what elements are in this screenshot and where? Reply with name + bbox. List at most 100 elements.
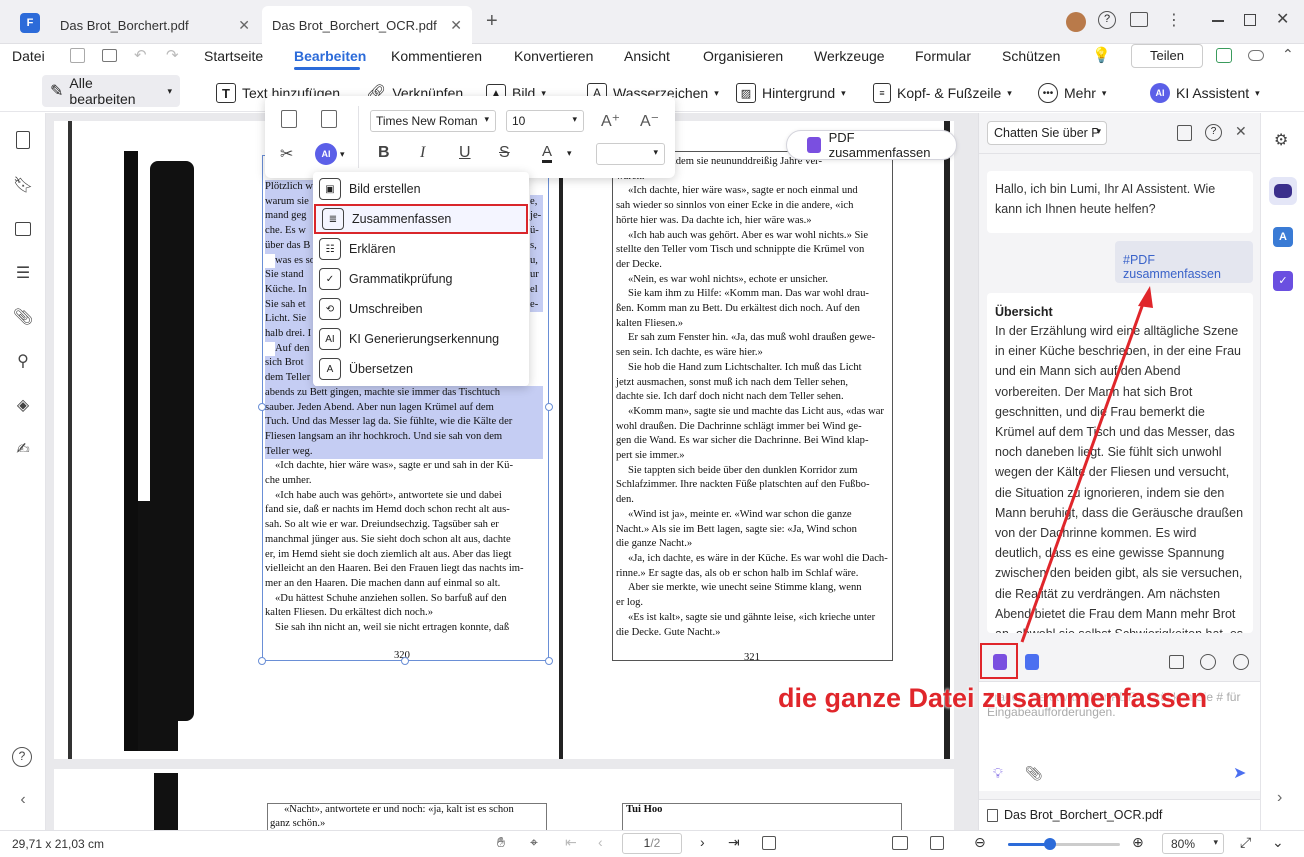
tab-das-brot[interactable]: Das Brot_Borchert.pdf ✕ [50,6,260,44]
collapse-icon[interactable]: ⌃ [1282,46,1294,63]
increase-font-icon[interactable]: A⁺ [601,111,620,131]
text-line[interactable]: «Es ist kalt», sagte sie und gähnte leis… [616,611,890,626]
edit-all-button[interactable]: ✎ Alle bearbeiten ▾ [42,75,180,107]
add-chat-icon[interactable] [1169,655,1184,669]
translate-file-icon[interactable] [1025,654,1039,670]
highlighted-text-fragment[interactable]: u, [530,253,543,269]
menu-werkzeuge[interactable]: Werkzeuge [814,48,885,64]
highlighted-text-fragment[interactable]: e, [530,194,543,210]
page-layout-icon[interactable] [892,836,908,850]
text-line[interactable]: hörte hier was. Da dachte ich, hier wäre… [616,214,890,229]
ai-menu-item-1[interactable]: ▣ Bild erstellen [313,174,529,204]
zoom-in-icon[interactable]: ⊕ [1132,834,1144,851]
fit-page-icon[interactable] [930,836,944,850]
search-icon[interactable]: ⚲ [12,351,34,373]
text-line[interactable]: Sie kam ihm zu Hilfe: «Komm man. Das war… [616,287,890,302]
more-button[interactable]: ••• Mehr ▾ [1038,79,1106,107]
close-window-icon[interactable]: ✕ [1276,9,1289,29]
page2-right-text[interactable]: Tui Hoo [626,803,662,818]
menu-datei[interactable]: Datei [12,48,45,64]
minimize-icon[interactable] [1212,20,1224,22]
upload-cloud-icon[interactable] [1216,48,1232,63]
print-icon[interactable] [102,49,117,62]
prompt-lightbulb-icon[interactable]: 💡︎ [993,765,1003,782]
text-line[interactable]: er log. [616,596,890,611]
more-vertical-icon[interactable]: ⋮ [1166,10,1182,30]
text-line[interactable]: Schlafzimmer. Ihre nackten Füße platscht… [616,478,890,493]
menu-ansicht[interactable]: Ansicht [624,48,670,64]
menu-konvertieren[interactable]: Konvertieren [514,48,593,64]
text-line[interactable]: gen die Wand. Es war sicher die Dachrinn… [616,434,890,449]
highlighted-text-fragment[interactable]: je- [530,209,543,225]
help-icon[interactable]: ? [1098,11,1116,29]
text-line[interactable]: dachte sie. Ich darf doch nicht nach dem… [616,390,890,405]
right-page-text-block[interactable]: er log, nachdem sie neununddreißig Jahre… [616,155,890,640]
new-chat-icon[interactable] [1177,125,1192,141]
highlighted-text-fragment[interactable]: el [530,282,543,298]
next-page-icon[interactable]: › [700,834,705,850]
expand-right-icon[interactable]: › [1277,789,1282,807]
background-button[interactable]: ▨ Hintergrund ▾ [736,79,846,107]
ai-menu-item-6[interactable]: AI KI Generierungserkennung [313,324,529,354]
ai-menu-item-7[interactable]: A Übersetzen [313,354,529,384]
avatar[interactable] [1066,12,1086,32]
text-line[interactable]: den. [616,493,890,508]
text-line[interactable]: sen sein. Ich dachte, es wäre hier.» [616,346,890,361]
text-line[interactable]: kalten Fliesen.» [616,317,890,332]
collapse-left-icon[interactable]: ‹ [12,791,34,813]
ai-menu-item-2[interactable]: ≣ Zusammenfassen [314,204,528,234]
text-line[interactable]: pert sie immer.» [616,449,890,464]
text-line[interactable]: Sie tappten sich beide über den dunklen … [616,464,890,479]
history-icon[interactable] [1200,654,1216,670]
last-page-icon[interactable]: ⇥ [728,834,740,851]
close-icon[interactable]: ✕ [450,17,462,34]
text-line[interactable]: «Wind ist ja», meinte er. «Wind war scho… [616,508,890,523]
page2-left-text[interactable]: «Nacht», antwortete er und noch: «ja, ka… [284,803,514,818]
ai-menu-button[interactable]: AI ▾ [315,143,345,165]
text-line[interactable]: rinne.» Er sagte das, als ob er schon ha… [616,567,890,582]
bookmark-icon[interactable]: 🔖︎ [12,175,34,197]
hand-tool-icon[interactable]: ✋︎ [497,834,505,851]
italic-icon[interactable]: I [420,144,425,162]
attachment-icon[interactable]: 📎︎ [12,307,34,329]
menu-formular[interactable]: Formular [915,48,971,64]
feedback-icon[interactable] [1130,12,1148,27]
new-tab-plus-icon[interactable]: + [486,10,498,33]
selection-handle[interactable] [258,403,266,411]
bold-icon[interactable]: B [378,144,390,162]
help-icon[interactable]: ? [1205,124,1222,141]
text-line[interactable]: Sie hob die Hand zum Lichtschalter. Ich … [616,361,890,376]
selection-handle[interactable] [545,657,553,665]
text-line[interactable]: sah wieder so sinnlos von einer Ecke in … [616,199,890,214]
text-color-button[interactable]: A [542,144,553,163]
alignment-select[interactable]: ▾ [596,143,665,165]
cut-icon[interactable]: ✂ [280,144,293,164]
text-line[interactable]: «Ich dachte, hier wäre was», sagte er no… [616,184,890,199]
share-button[interactable]: Teilen [1131,44,1203,68]
copy-format-icon[interactable] [321,110,337,128]
translate-icon[interactable]: A [1273,227,1293,247]
strikethrough-icon[interactable]: S [499,144,510,162]
menu-schuetzen[interactable]: Schützen [1002,48,1060,64]
text-line[interactable]: «Ich hab auch was gehört. Aber es war wo… [616,229,890,244]
text-line[interactable]: «Komm man», sagte sie und machte das Lic… [616,405,890,420]
paste-icon[interactable] [281,110,297,128]
zoom-slider-thumb[interactable] [1044,838,1056,850]
menu-organisieren[interactable]: Organisieren [703,48,783,64]
text-line[interactable]: der Decke. [616,258,890,273]
layers-list-icon[interactable]: ☰ [12,263,34,285]
selection-handle[interactable] [545,403,553,411]
text-line[interactable]: «Ja, ich dachte, es wäre in der Küche. E… [616,552,890,567]
font-family-select[interactable]: Times New Roman ▾ [370,110,496,132]
grammar-check-icon[interactable]: ✓ [1273,271,1293,291]
ai-assistant-tab-icon[interactable] [1269,177,1297,205]
first-page-icon[interactable]: ⇤ [565,834,577,851]
highlighted-text-fragment[interactable]: ü- [530,224,543,239]
close-icon[interactable]: ✕ [238,17,250,34]
text-line[interactable]: die Decke. Gute Nacht.» [616,626,890,641]
properties-sliders-icon[interactable]: ⚙ [1274,130,1288,150]
redo-icon[interactable]: ↷ [166,46,179,64]
attach-icon[interactable]: 📎︎ [1025,765,1043,782]
selection-handle[interactable] [258,657,266,665]
ai-assistant-button[interactable]: AI KI Assistent ▾ [1150,79,1260,107]
